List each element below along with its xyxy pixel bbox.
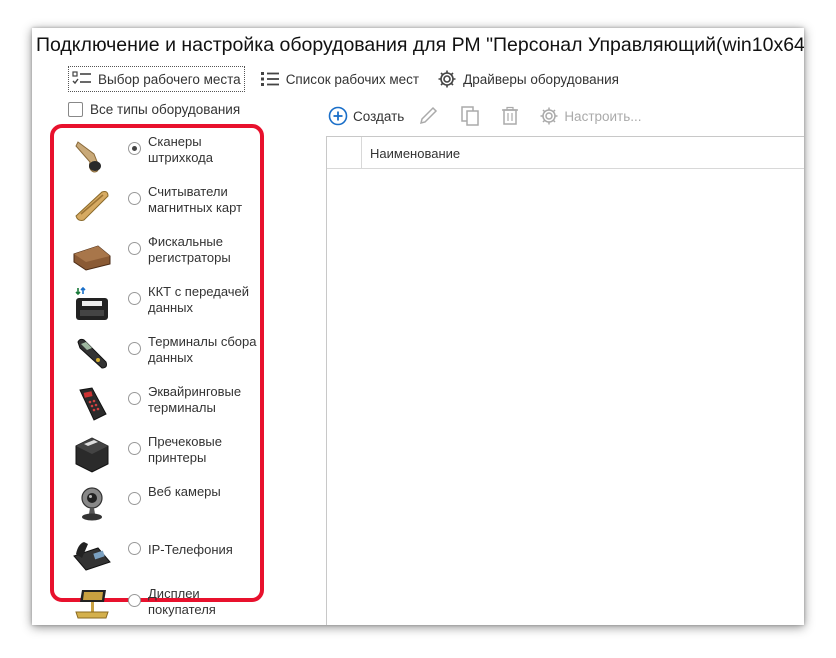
create-label: Создать xyxy=(353,108,405,124)
data-terminal-icon xyxy=(77,338,107,369)
equipment-item-kkt[interactable]: ККТ с передачей данных xyxy=(54,282,260,326)
fiscal-register-icon xyxy=(73,245,111,271)
list-toolbar: Создать Настроить... xyxy=(328,104,656,128)
radio-barcode-scanners[interactable] xyxy=(128,142,141,155)
equipment-item-customer-displays[interactable]: Дисплеи покупателя xyxy=(54,584,260,625)
customer-display-icon xyxy=(75,590,109,619)
configure-button[interactable]: Настроить... xyxy=(539,106,642,126)
copy-icon xyxy=(461,106,480,126)
equipment-drivers-button[interactable]: Драйверы оборудования xyxy=(434,67,622,91)
copy-button[interactable] xyxy=(459,105,486,127)
equipment-item-card-readers[interactable]: Считыватели магнитных карт xyxy=(54,182,260,226)
radio-card-readers[interactable] xyxy=(128,192,141,205)
select-workplace-label: Выбор рабочего места xyxy=(98,71,241,87)
equipment-label: Считыватели магнитных карт xyxy=(148,184,243,215)
trash-icon xyxy=(502,106,519,125)
workplace-list-button[interactable]: Список рабочих мест xyxy=(257,67,422,91)
ip-phone-icon xyxy=(73,542,111,571)
plus-circle-icon xyxy=(328,106,348,126)
radio-customer-displays[interactable] xyxy=(128,594,141,607)
gear-icon xyxy=(540,107,558,125)
table-header-marker-column xyxy=(327,137,362,168)
receipt-printer-icon xyxy=(75,437,109,473)
equipment-label: Терминалы сбора данных xyxy=(148,334,257,365)
equipment-label: Эквайринговые терминалы xyxy=(148,384,242,415)
equipment-label: ККТ с передачей данных xyxy=(148,284,250,315)
radio-receipt-printers[interactable] xyxy=(128,442,141,455)
webcam-icon xyxy=(81,487,103,521)
workplace-table[interactable]: Наименование xyxy=(326,136,804,625)
radio-data-terminals[interactable] xyxy=(128,342,141,355)
radio-webcams[interactable] xyxy=(128,492,141,505)
delete-button[interactable] xyxy=(500,106,525,126)
create-button[interactable]: Создать xyxy=(328,106,404,126)
cash-register-icon xyxy=(75,286,108,320)
equipment-item-webcams[interactable]: Веб камеры xyxy=(54,482,260,526)
table-header: Наименование xyxy=(327,137,804,169)
pencil-icon xyxy=(420,106,438,125)
radio-acquiring-terminals[interactable] xyxy=(128,392,141,405)
gear-icon xyxy=(438,70,456,88)
equipment-item-fiscal-registers[interactable]: Фискальные регистраторы xyxy=(54,232,260,276)
all-types-checkbox-row[interactable]: Все типы оборудования xyxy=(68,102,240,117)
equipment-item-acquiring-terminals[interactable]: Эквайринговые терминалы xyxy=(54,382,260,426)
list-icon xyxy=(260,72,279,86)
equipment-item-data-terminals[interactable]: Терминалы сбора данных xyxy=(54,332,260,376)
radio-kkt[interactable] xyxy=(128,292,141,305)
equipment-label: Дисплеи покупателя xyxy=(148,586,216,617)
edit-button[interactable] xyxy=(418,106,445,126)
radio-ip-telephony[interactable] xyxy=(128,542,141,555)
barcode-scanner-icon xyxy=(75,141,101,173)
all-types-checkbox[interactable] xyxy=(68,102,83,117)
equipment-item-receipt-printers[interactable]: Пречековые принтеры xyxy=(54,432,260,476)
column-header-name[interactable]: Наименование xyxy=(370,146,460,161)
radio-fiscal-registers[interactable] xyxy=(128,242,141,255)
equipment-label: Фискальные регистраторы xyxy=(148,234,231,265)
configure-label: Настроить... xyxy=(564,108,642,124)
checklist-icon xyxy=(72,71,91,85)
workplace-list-label: Список рабочих мест xyxy=(285,71,420,87)
equipment-item-ip-telephony[interactable]: IP-Телефония xyxy=(54,532,260,576)
equipment-drivers-label: Драйверы оборудования xyxy=(463,71,619,87)
window-title: Подключение и настройка оборудования для… xyxy=(36,34,804,56)
card-reader-icon xyxy=(75,191,109,221)
select-workplace-button[interactable]: Выбор рабочего места xyxy=(68,66,245,92)
equipment-label: IP-Телефония xyxy=(148,542,233,557)
equipment-label: Веб камеры xyxy=(148,484,221,499)
equipment-item-barcode-scanners[interactable]: Сканеры штрихкода xyxy=(54,132,260,176)
equipment-window: Подключение и настройка оборудования для… xyxy=(32,28,804,625)
equipment-label: Сканеры штрихкода xyxy=(148,134,213,165)
equipment-label: Пречековые принтеры xyxy=(148,434,222,465)
top-toolbar: Выбор рабочего места Список рабочих мест xyxy=(68,66,634,92)
all-types-label: Все типы оборудования xyxy=(90,102,241,117)
equipment-type-list: Сканеры штрихкода Считыватели магнитных … xyxy=(50,124,264,619)
pos-terminal-icon xyxy=(79,387,107,421)
